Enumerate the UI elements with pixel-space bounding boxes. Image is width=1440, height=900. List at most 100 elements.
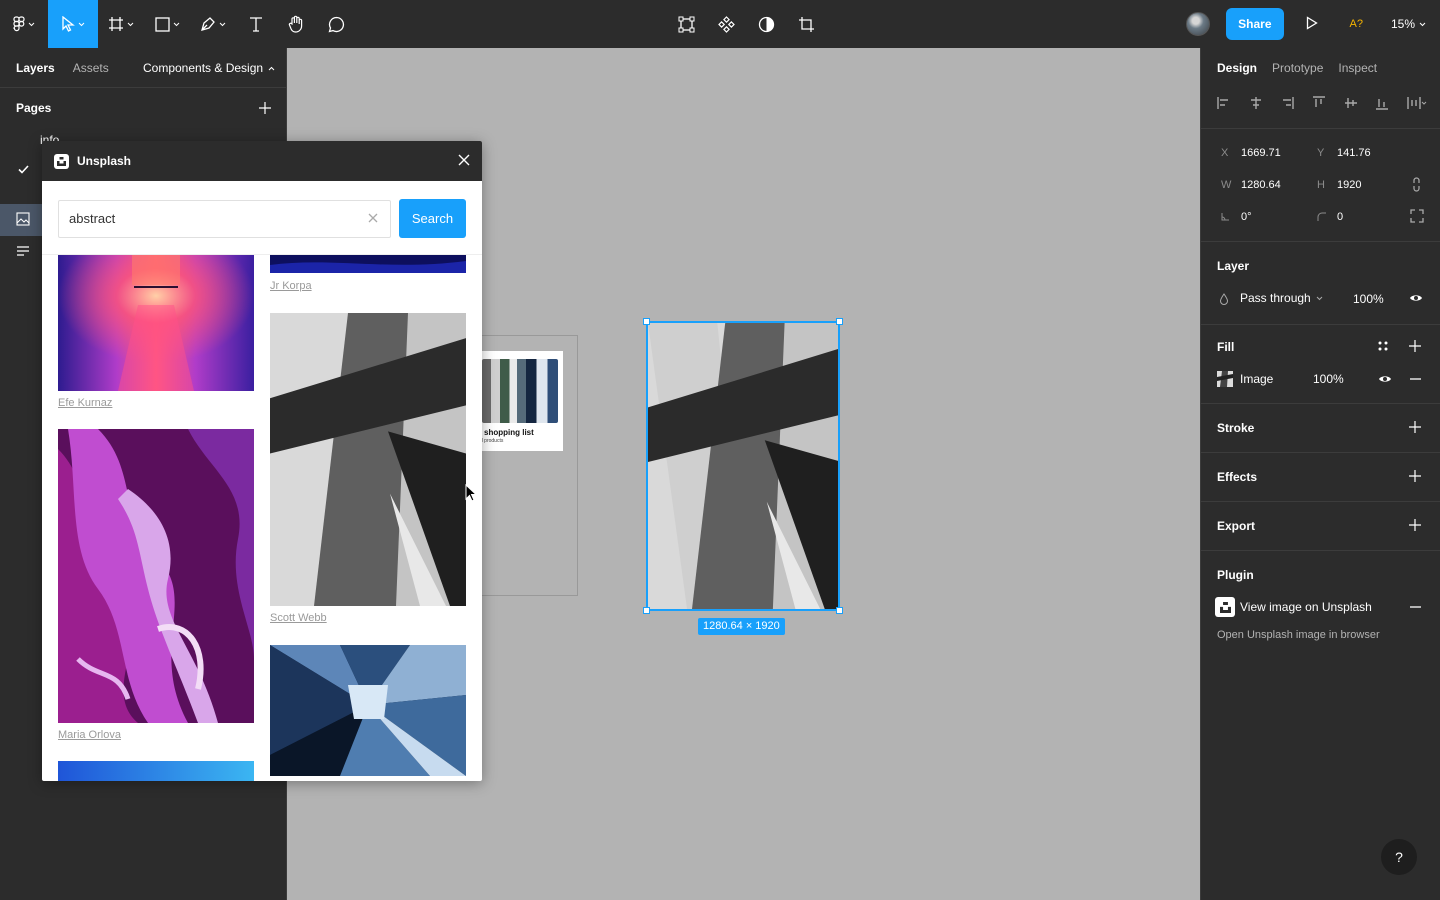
chevron-down-icon — [28, 22, 35, 26]
credit-maria-orlova[interactable]: Maria Orlova — [58, 729, 121, 741]
components-page-dropdown[interactable]: Components & Design — [143, 61, 275, 75]
search-button[interactable]: Search — [399, 199, 466, 238]
mask-button[interactable] — [746, 0, 786, 48]
resize-handle-bl[interactable] — [643, 607, 650, 614]
x-input[interactable]: 1669.71 — [1241, 147, 1281, 159]
view-on-unsplash-action[interactable]: View image on Unsplash — [1240, 600, 1372, 614]
result-image-grey-abstract[interactable] — [270, 313, 466, 606]
tab-assets[interactable]: Assets — [73, 61, 109, 75]
corner-radius-input[interactable]: 0 — [1337, 211, 1343, 223]
remove-plugin-data-icon[interactable] — [1410, 606, 1421, 608]
align-right-icon[interactable] — [1280, 96, 1295, 110]
comment-icon — [328, 16, 344, 32]
constrain-proportions-icon[interactable] — [1412, 177, 1421, 192]
layer-opacity-input[interactable]: 100% — [1353, 292, 1384, 306]
result-image-purple-marble[interactable] — [58, 429, 254, 723]
frame-tool-button[interactable] — [98, 0, 144, 48]
accessibility-badge[interactable]: A? — [1350, 18, 1363, 30]
eye-icon[interactable] — [1409, 293, 1423, 303]
align-horizontal-center-icon[interactable] — [1249, 96, 1263, 110]
text-tool-button[interactable] — [236, 0, 276, 48]
result-image-blue-gradient[interactable] — [58, 761, 254, 781]
align-bottom-icon[interactable] — [1375, 96, 1389, 110]
distribute-icon[interactable] — [1407, 96, 1427, 110]
hand-tool-button[interactable] — [276, 0, 316, 48]
search-input[interactable] — [69, 211, 349, 226]
shape-tool-button[interactable] — [144, 0, 190, 48]
result-image-blue-geometric[interactable] — [270, 645, 466, 776]
h-input[interactable]: 1920 — [1337, 179, 1361, 191]
right-panel: Design Prototype Inspect X 1669.71 Y 141… — [1200, 48, 1440, 900]
search-results[interactable]: Efe Kurnaz Maria Orlova Jr Korpa Scott W… — [42, 254, 482, 781]
credit-scott-webb[interactable]: Scott Webb — [270, 612, 327, 624]
chevron-up-icon — [268, 66, 275, 70]
shopping-list-card[interactable]: shopping list d products — [474, 351, 563, 451]
w-input[interactable]: 1280.64 — [1241, 179, 1281, 191]
align-top-icon[interactable] — [1312, 96, 1326, 110]
result-image-dark-blue[interactable] — [270, 255, 466, 273]
create-component-button[interactable] — [706, 0, 746, 48]
hand-icon — [288, 15, 303, 33]
zoom-dropdown[interactable]: 15% — [1391, 17, 1426, 31]
remove-fill-icon[interactable] — [1410, 378, 1421, 380]
image-fill-thumbnail[interactable] — [1217, 371, 1233, 387]
x-label: X — [1221, 147, 1229, 159]
fill-opacity-input[interactable]: 100% — [1313, 372, 1344, 386]
abstract-grey-image — [648, 323, 838, 609]
add-page-icon[interactable] — [259, 102, 271, 114]
add-effect-icon[interactable] — [1409, 470, 1421, 482]
search-field[interactable] — [58, 200, 391, 238]
divider — [1201, 241, 1440, 242]
contrast-icon — [758, 16, 774, 32]
resize-handle-tl[interactable] — [643, 318, 650, 325]
move-tool-button[interactable] — [48, 0, 98, 48]
comment-tool-button[interactable] — [316, 0, 356, 48]
frame-icon — [109, 17, 123, 31]
align-left-icon[interactable] — [1217, 96, 1231, 110]
export-section-title: Export — [1217, 519, 1256, 533]
independent-corners-icon[interactable] — [1410, 209, 1424, 223]
tab-prototype[interactable]: Prototype — [1272, 61, 1323, 75]
y-input[interactable]: 141.76 — [1337, 147, 1371, 159]
add-fill-icon[interactable] — [1409, 340, 1421, 352]
pen-tool-button[interactable] — [190, 0, 236, 48]
share-button[interactable]: Share — [1226, 8, 1284, 40]
styles-grid-icon[interactable] — [1378, 341, 1388, 351]
unsplash-logo-icon — [1215, 597, 1235, 617]
eye-icon[interactable] — [1378, 374, 1392, 384]
tab-inspect[interactable]: Inspect — [1338, 61, 1377, 75]
blend-mode-icon — [1219, 293, 1229, 305]
credit-efe-kurnaz[interactable]: Efe Kurnaz — [58, 397, 112, 409]
add-stroke-icon[interactable] — [1409, 421, 1421, 433]
resize-frame-button[interactable] — [666, 0, 706, 48]
blend-mode-dropdown[interactable]: Pass through — [1240, 291, 1323, 305]
tab-design[interactable]: Design — [1217, 61, 1257, 75]
w-label: W — [1221, 179, 1232, 191]
divider — [1201, 324, 1440, 325]
image-layer-icon — [16, 212, 30, 226]
rotation-input[interactable]: 0° — [1241, 211, 1252, 223]
fill-type-label[interactable]: Image — [1240, 372, 1273, 386]
corner-radius-icon — [1317, 212, 1326, 221]
clear-icon[interactable] — [368, 213, 378, 223]
main-menu-button[interactable] — [0, 0, 48, 48]
result-image-neon-corridor[interactable] — [58, 255, 254, 391]
unsplash-logo-icon — [54, 153, 69, 169]
selected-image-layer[interactable] — [646, 321, 840, 611]
chevron-down-icon — [1316, 296, 1323, 300]
help-button[interactable]: ? — [1381, 839, 1417, 875]
card-product-images — [482, 359, 558, 423]
credit-jr-korpa[interactable]: Jr Korpa — [270, 280, 312, 292]
align-vertical-center-icon[interactable] — [1344, 96, 1358, 110]
resize-handle-br[interactable] — [836, 607, 843, 614]
tab-layers[interactable]: Layers — [16, 61, 55, 75]
crop-button[interactable] — [786, 0, 826, 48]
avatar[interactable] — [1186, 12, 1211, 36]
checkmark-icon — [18, 165, 29, 174]
add-export-icon[interactable] — [1409, 519, 1421, 531]
present-button[interactable] — [1306, 15, 1318, 33]
plugin-header[interactable]: Unsplash — [42, 141, 482, 181]
components-label: Components & Design — [143, 61, 264, 75]
resize-handle-tr[interactable] — [836, 318, 843, 325]
close-icon[interactable] — [458, 154, 470, 166]
